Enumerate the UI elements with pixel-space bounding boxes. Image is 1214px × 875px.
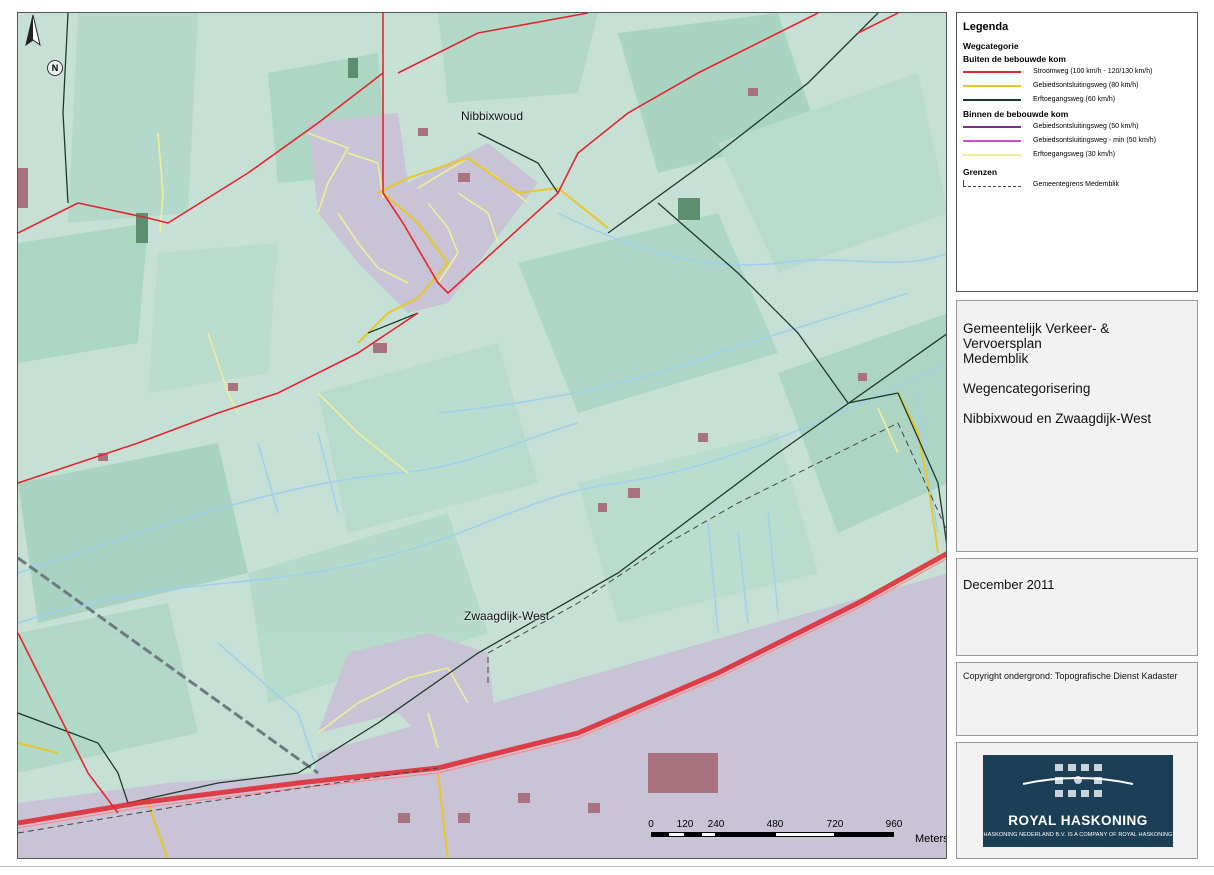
scale-segment <box>701 832 716 837</box>
legend-item-label: Erftoegangsweg (60 km/h) <box>1033 96 1116 103</box>
legend-group-outside: Buiten de bebouwde kom <box>963 54 1066 64</box>
legend-item: Gebiedsontsluitingsweg - min (50 km/h) <box>963 134 1191 147</box>
legend-item: Erftoegangsweg (60 km/h) <box>963 93 1191 106</box>
logo-subtitle: HASKONING NEDERLAND B.V. IS A COMPANY OF… <box>983 832 1173 838</box>
scale-segment <box>685 832 701 837</box>
legend-item-label: Gemeentegrens Medemblik <box>1033 181 1119 188</box>
map-title-line1: Gemeentelijk Verkeer- & Vervoersplan <box>963 321 1110 351</box>
legend-item-label: Stroomweg (100 km/h - 120/130 km/h) <box>1033 68 1153 75</box>
scale-tick-label: 0 <box>648 819 654 830</box>
scale-tick-label: 960 <box>885 819 903 830</box>
legend-item-label: Erftoegangsweg (30 km/h) <box>1033 151 1116 158</box>
map-title-line2: Medemblik <box>963 351 1029 366</box>
legend-item-label: Gebiedsontsluitingsweg - min (50 km/h) <box>1033 137 1156 144</box>
page-bottom-rule <box>0 866 1214 867</box>
scale-tick-label: 480 <box>766 819 784 830</box>
legend-category-heading: Wegcategorie <box>963 41 1019 51</box>
legend-swatch-stroomweg <box>963 70 1021 73</box>
logo-panel: ROYAL HASKONING HASKONING NEDERLAND B.V.… <box>956 742 1198 859</box>
legend-title: Legenda <box>963 21 1009 33</box>
legend-item: Gemeentegrens Medemblik <box>963 178 1191 191</box>
legend-swatch-gebiedsontsluitingsweg-80 <box>963 84 1021 87</box>
scale-bar: 0 120 240 480 720 960 Meters <box>648 819 947 849</box>
legend-swatch-gemeentegrens <box>963 180 1021 187</box>
north-label: N <box>47 60 63 76</box>
legend-swatch-gebiedsontsluitingsweg-min-50 <box>963 139 1021 142</box>
legend-swatch-gebiedsontsluitingsweg-50 <box>963 125 1021 128</box>
legend-item-label: Gebiedsontsluitingsweg (80 km/h) <box>1033 82 1139 89</box>
logo-mark-icon <box>1022 764 1134 797</box>
place-label-nibbixwoud: Nibbixwoud <box>461 109 524 123</box>
legend-group-borders: Grenzen <box>963 167 998 177</box>
legend-panel: Legenda Wegcategorie Buiten de bebouwde … <box>956 12 1198 292</box>
scale-units: Meters <box>915 833 947 845</box>
legend-swatch-erftoegangsweg-30 <box>963 153 1021 156</box>
place-label-zwaagdijk-west: Zwaagdijk-West <box>464 609 550 623</box>
scale-segment <box>775 832 835 837</box>
legend-item: Erftoegangsweg (30 km/h) <box>963 148 1191 161</box>
title-panel: Gemeentelijk Verkeer- & Vervoersplan Med… <box>956 300 1198 552</box>
copyright-text: Copyright ondergrond: Topografische Dien… <box>963 671 1178 681</box>
map-canvas <box>18 13 946 858</box>
legend-swatch-erftoegangsweg-60 <box>963 98 1021 101</box>
map-date: December 2011 <box>963 577 1055 592</box>
royal-haskoning-logo: ROYAL HASKONING HASKONING NEDERLAND B.V.… <box>983 755 1173 847</box>
scale-tick-label: 720 <box>826 819 844 830</box>
scale-tick-label: 240 <box>707 819 725 830</box>
scale-segment <box>835 832 894 837</box>
map-view[interactable]: Nibbixwoud Zwaagdijk-West N 0 120 240 48… <box>17 12 947 859</box>
legend-item: Stroomweg (100 km/h - 120/130 km/h) <box>963 65 1191 78</box>
scale-tick-label: 120 <box>676 819 694 830</box>
legend-item-label: Gebiedsontsluitingsweg (50 km/h) <box>1033 123 1139 130</box>
date-panel: December 2011 <box>956 558 1198 656</box>
copyright-panel: Copyright ondergrond: Topografische Dien… <box>956 662 1198 736</box>
legend-item: Gebiedsontsluitingsweg (50 km/h) <box>963 120 1191 133</box>
scale-segment <box>716 832 775 837</box>
scale-segment <box>668 832 685 837</box>
legend-group-inside: Binnen de bebouwde kom <box>963 109 1069 119</box>
scale-segment <box>651 832 668 837</box>
legend-item: Gebiedsontsluitingsweg (80 km/h) <box>963 79 1191 92</box>
map-subtitle: Wegencategorisering <box>963 381 1091 396</box>
north-arrow-icon <box>25 14 41 47</box>
map-area: Nibbixwoud en Zwaagdijk-West <box>963 411 1152 426</box>
logo-name: ROYAL HASKONING <box>1008 813 1148 828</box>
